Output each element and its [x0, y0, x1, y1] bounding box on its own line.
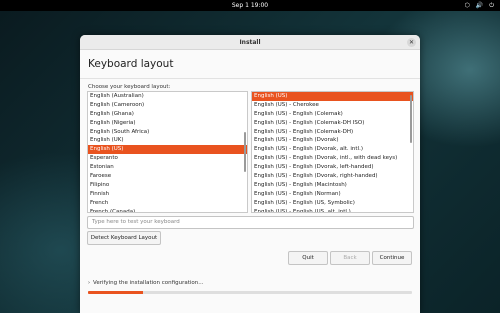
power-icon: ⏻ [489, 2, 494, 9]
quit-button[interactable]: Quit [288, 251, 328, 265]
layout-list-item[interactable]: Esperanto [88, 154, 247, 163]
layout-list-item[interactable]: French (Canada) [88, 208, 247, 212]
clock[interactable]: Sep 1 19:00 [0, 1, 500, 10]
layout-list-item[interactable]: English (Australian) [88, 92, 247, 101]
layout-list-item[interactable]: English (South Africa) [88, 128, 247, 137]
layout-list-scrollbar[interactable] [244, 132, 246, 172]
layout-list[interactable]: English (Australian) English (Cameroon) En… [87, 91, 248, 213]
progress-bar [88, 291, 412, 294]
detect-layout-button[interactable]: Detect Keyboard Layout [87, 231, 161, 245]
variant-list-item[interactable]: English (US) - English (US, Symbolic) [252, 199, 413, 208]
layout-list-item[interactable]: English (Nigeria) [88, 119, 247, 128]
network-icon: ⬡ [464, 2, 470, 9]
variant-list-item[interactable]: English (US) [252, 92, 413, 101]
keyboard-test-input[interactable]: Type here to test your keyboard [87, 216, 414, 229]
variant-list-item[interactable]: English (US) - English (Colemak-DH ISO) [252, 119, 413, 128]
layout-list-item[interactable]: Finnish [88, 190, 247, 199]
progress-fill [88, 291, 144, 294]
layout-list-item[interactable]: Faroese [88, 172, 247, 181]
page-title: Keyboard layout [88, 58, 174, 70]
variant-list-item[interactable]: English (US) - English (Dvorak, right-ha… [252, 172, 413, 181]
layout-list-item[interactable]: Filipino [88, 181, 247, 190]
window-titlebar: Install ✕ [80, 35, 420, 50]
variant-list-item[interactable]: English (US) - English (Colemak-DH) [252, 128, 413, 137]
variant-list-item[interactable]: English (US) - English (Macintosh) [252, 181, 413, 190]
variant-list-scrollbar[interactable] [410, 95, 412, 143]
variant-list-item[interactable]: English (US) - English (Dvorak, left-han… [252, 163, 413, 172]
window-title: Install [239, 39, 261, 46]
close-icon[interactable]: ✕ [407, 38, 416, 47]
variant-list-item[interactable]: English (US) - English (US, alt. intl.) [252, 208, 413, 212]
variant-list-item[interactable]: English (US) - Cherokee [252, 101, 413, 110]
variant-list-item[interactable]: English (US) - English (Colemak) [252, 110, 413, 119]
layout-list-item[interactable]: English (US) [88, 145, 247, 155]
layout-list-item[interactable]: English (UK) [88, 136, 247, 145]
expand-arrow-icon[interactable]: › [88, 279, 90, 287]
status-text: Verifying the installation configuration… [93, 280, 204, 286]
layout-list-item[interactable]: English (Ghana) [88, 110, 247, 119]
volume-icon: 🔊 [475, 2, 484, 9]
variant-list[interactable]: English (US) English (US) - Cherokee Engli… [251, 91, 414, 213]
variant-list-item[interactable]: English (US) - English (Dvorak, alt. int… [252, 145, 413, 154]
choose-layout-label: Choose your keyboard layout: [88, 84, 171, 90]
continue-button[interactable]: Continue [372, 251, 412, 265]
divider [80, 78, 420, 79]
keyboard-test-placeholder: Type here to test your keyboard [92, 219, 180, 225]
status-line: › Verifying the installation configuratio… [88, 279, 203, 287]
layout-list-item[interactable]: English (Cameroon) [88, 101, 247, 110]
variant-list-item[interactable]: English (US) - English (Dvorak) [252, 136, 413, 145]
top-bar: Sep 1 19:00 ⬡ 🔊 ⏻ [0, 0, 500, 11]
variant-list-item[interactable]: English (US) - English (Dvorak, intl., w… [252, 154, 413, 163]
back-button[interactable]: Back [330, 251, 370, 265]
variant-list-item[interactable]: English (US) - English (Norman) [252, 190, 413, 199]
layout-list-item[interactable]: French [88, 199, 247, 208]
layout-list-item[interactable]: Estonian [88, 163, 247, 172]
system-tray[interactable]: ⬡ 🔊 ⏻ [465, 1, 494, 10]
installer-window: Install ✕ Keyboard layout Choose your ke… [80, 35, 420, 313]
